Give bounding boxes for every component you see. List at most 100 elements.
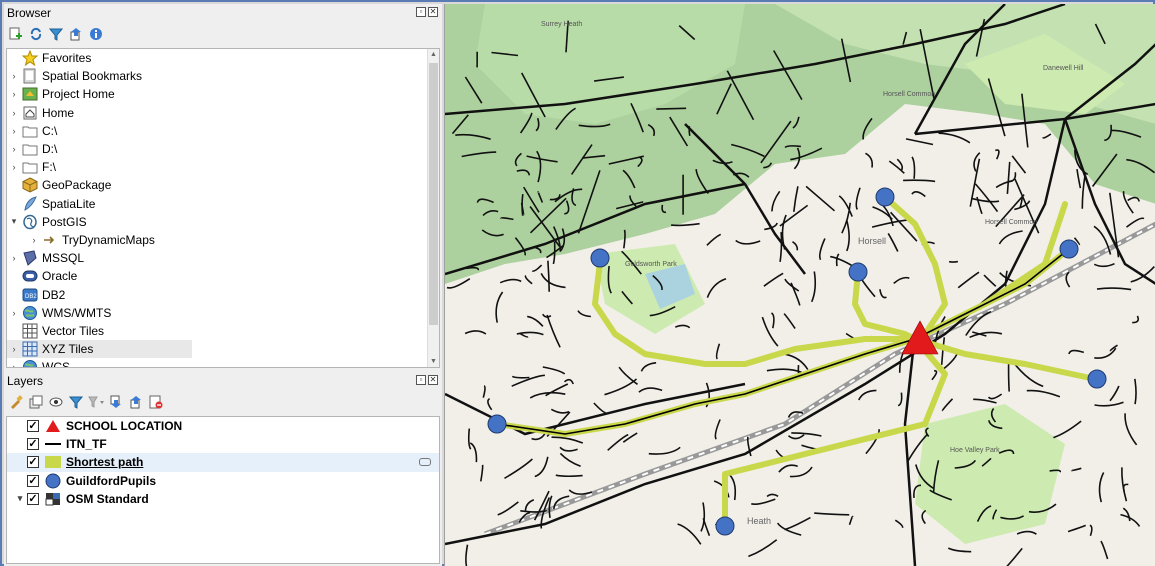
browser-panel-title: Browser ▫ ✕	[4, 4, 442, 22]
remove-icon[interactable]	[148, 394, 164, 410]
map-svg[interactable]: Surrey Heath Horsell Common Horsell Gold…	[445, 4, 1155, 566]
pupil-point[interactable]	[875, 187, 895, 207]
expanded-arrow-icon[interactable]: ▾	[7, 216, 21, 227]
browser-tree[interactable]: ›Favorites›Spatial Bookmarks›Project Hom…	[6, 48, 440, 368]
browser-item-f[interactable]: › F:\	[7, 158, 439, 176]
browser-item-mssql[interactable]: › MSSQL	[7, 249, 439, 267]
collapsed-arrow-icon[interactable]: ›	[7, 89, 21, 99]
browser-title: Browser	[7, 6, 52, 20]
layer-visibility-checkbox[interactable]: ✓	[27, 474, 39, 487]
map-label-goldsworth-park: Goldsworth Park	[625, 261, 677, 268]
browser-scrollbar[interactable]: ▲ ▼	[427, 49, 439, 367]
collapsed-arrow-icon[interactable]: ›	[7, 71, 21, 81]
float-icon[interactable]: ▫	[416, 375, 426, 385]
collapse-icon[interactable]	[128, 394, 144, 410]
browser-item-label: Home	[42, 105, 75, 120]
close-icon[interactable]: ✕	[428, 7, 438, 17]
layer-guildfordpupils[interactable]: ▾✓GuildfordPupils	[7, 472, 439, 490]
layer-name: Shortest path	[66, 455, 144, 470]
map-label-danewell-hill: Danewell Hill	[1043, 65, 1084, 72]
browser-item-label: DB2	[42, 287, 66, 302]
layer-visibility-checkbox[interactable]: ✓	[27, 438, 39, 451]
layer-osm-standard[interactable]: ▾ ✓ OSM Standard	[7, 490, 439, 508]
collapse-icon[interactable]	[68, 26, 84, 42]
map-label-hoe-valley-park: Hoe Valley Park	[950, 447, 1000, 454]
layers-tree[interactable]: ▾✓SCHOOL LOCATION▾✓ITN_TF▾✓Shortest path…	[6, 416, 440, 564]
collapsed-arrow-icon[interactable]: ›	[7, 108, 21, 118]
browser-item-xyz-tiles[interactable]: › XYZ Tiles	[7, 340, 192, 359]
collapsed-arrow-icon[interactable]: ›	[7, 344, 21, 354]
browser-item-label: Project Home	[42, 87, 115, 102]
app-window: Browser ▫ ✕ ›Favorites›Spat	[0, 0, 1155, 566]
pupil-point[interactable]	[590, 248, 610, 268]
layer-visibility-checkbox[interactable]: ✓	[27, 420, 39, 433]
browser-item-label: C:\	[42, 123, 58, 138]
collapsed-arrow-icon[interactable]: ›	[7, 253, 21, 263]
refresh-icon[interactable]	[28, 26, 44, 42]
home-icon	[21, 105, 39, 121]
layers-toolbar	[4, 390, 442, 414]
filter-icon[interactable]	[48, 26, 64, 42]
browser-item-label: D:\	[42, 142, 58, 157]
pupil-point[interactable]	[1087, 369, 1107, 389]
layer-itn-tf[interactable]: ▾✓ITN_TF	[7, 435, 439, 453]
browser-item-project-home[interactable]: › Project Home	[7, 85, 439, 103]
pupil-point[interactable]	[848, 262, 868, 282]
browser-item-db2[interactable]: ›DB2DB2	[7, 285, 439, 303]
mssql-icon	[21, 250, 39, 267]
browser-item-trydynamicmaps[interactable]: › TryDynamicMaps	[7, 231, 439, 249]
browser-item-vector-tiles[interactable]: ›Vector Tiles	[7, 322, 439, 340]
pupil-point[interactable]	[487, 414, 507, 434]
browser-item-postgis[interactable]: ▾ PostGIS	[7, 213, 439, 231]
collapsed-arrow-icon[interactable]: ›	[7, 362, 21, 367]
browser-item-geopackage[interactable]: ›GeoPackage	[7, 176, 439, 194]
layer-visibility-checkbox[interactable]: ✓	[27, 456, 39, 469]
info-icon[interactable]	[88, 26, 104, 42]
layer-visibility-checkbox[interactable]: ✓	[27, 492, 39, 505]
browser-item-c[interactable]: › C:\	[7, 122, 439, 140]
layer-indicator-icon[interactable]	[419, 458, 431, 467]
bookmark-icon	[21, 68, 39, 84]
collapsed-arrow-icon[interactable]: ›	[7, 308, 21, 318]
visibility-icon[interactable]	[48, 394, 64, 410]
filter-icon[interactable]	[68, 394, 84, 410]
scrollbar-thumb[interactable]	[429, 63, 438, 325]
add-group-icon[interactable]	[28, 394, 44, 410]
browser-item-spatial-bookmarks[interactable]: › Spatial Bookmarks	[7, 67, 439, 85]
browser-item-favorites[interactable]: ›Favorites	[7, 49, 439, 67]
pupil-point[interactable]	[715, 516, 735, 536]
pupil-point[interactable]	[1059, 239, 1079, 259]
browser-item-label: MSSQL	[42, 251, 85, 266]
browser-item-d[interactable]: › D:\	[7, 140, 439, 158]
style-icon[interactable]	[8, 394, 24, 410]
layer-name: GuildfordPupils	[66, 473, 156, 488]
browser-item-wcs[interactable]: › WCS	[7, 358, 439, 367]
xyz-grid-icon	[21, 341, 39, 357]
collapsed-arrow-icon[interactable]: ›	[7, 126, 21, 136]
browser-item-label: XYZ Tiles	[42, 342, 94, 357]
float-icon[interactable]: ▫	[416, 7, 426, 17]
black-line-icon	[44, 437, 62, 451]
globe-icon	[21, 359, 39, 367]
collapsed-arrow-icon[interactable]: ›	[7, 144, 21, 154]
collapsed-arrow-icon[interactable]: ›	[7, 162, 21, 172]
expand-icon[interactable]	[108, 394, 124, 410]
browser-item-home[interactable]: › Home	[7, 104, 439, 122]
map-canvas[interactable]: Surrey Heath Horsell Common Horsell Gold…	[444, 4, 1155, 566]
browser-item-wms-wmts[interactable]: › WMS/WMTS	[7, 304, 439, 322]
map-label-horsell-common: Horsell Common	[883, 91, 935, 98]
close-icon[interactable]: ✕	[428, 375, 438, 385]
browser-item-oracle[interactable]: ›Oracle	[7, 267, 439, 285]
layer-shortest-path[interactable]: ▾✓Shortest path	[7, 453, 439, 472]
browser-toolbar	[4, 22, 442, 46]
browser-item-label: SpatiaLite	[42, 196, 96, 211]
left-dock: Browser ▫ ✕ ›Favorites›Spat	[4, 4, 442, 566]
road-segment	[656, 107, 687, 110]
collapsed-arrow-icon[interactable]: ›	[27, 235, 41, 245]
browser-item-spatialite[interactable]: ›SpatiaLite	[7, 195, 439, 213]
oracle-icon	[21, 268, 39, 284]
add-icon[interactable]	[8, 26, 24, 42]
layer-school-location[interactable]: ▾✓SCHOOL LOCATION	[7, 417, 439, 435]
expand-arrow-icon[interactable]: ▾	[13, 493, 27, 504]
filter-legend-icon[interactable]	[88, 394, 104, 410]
